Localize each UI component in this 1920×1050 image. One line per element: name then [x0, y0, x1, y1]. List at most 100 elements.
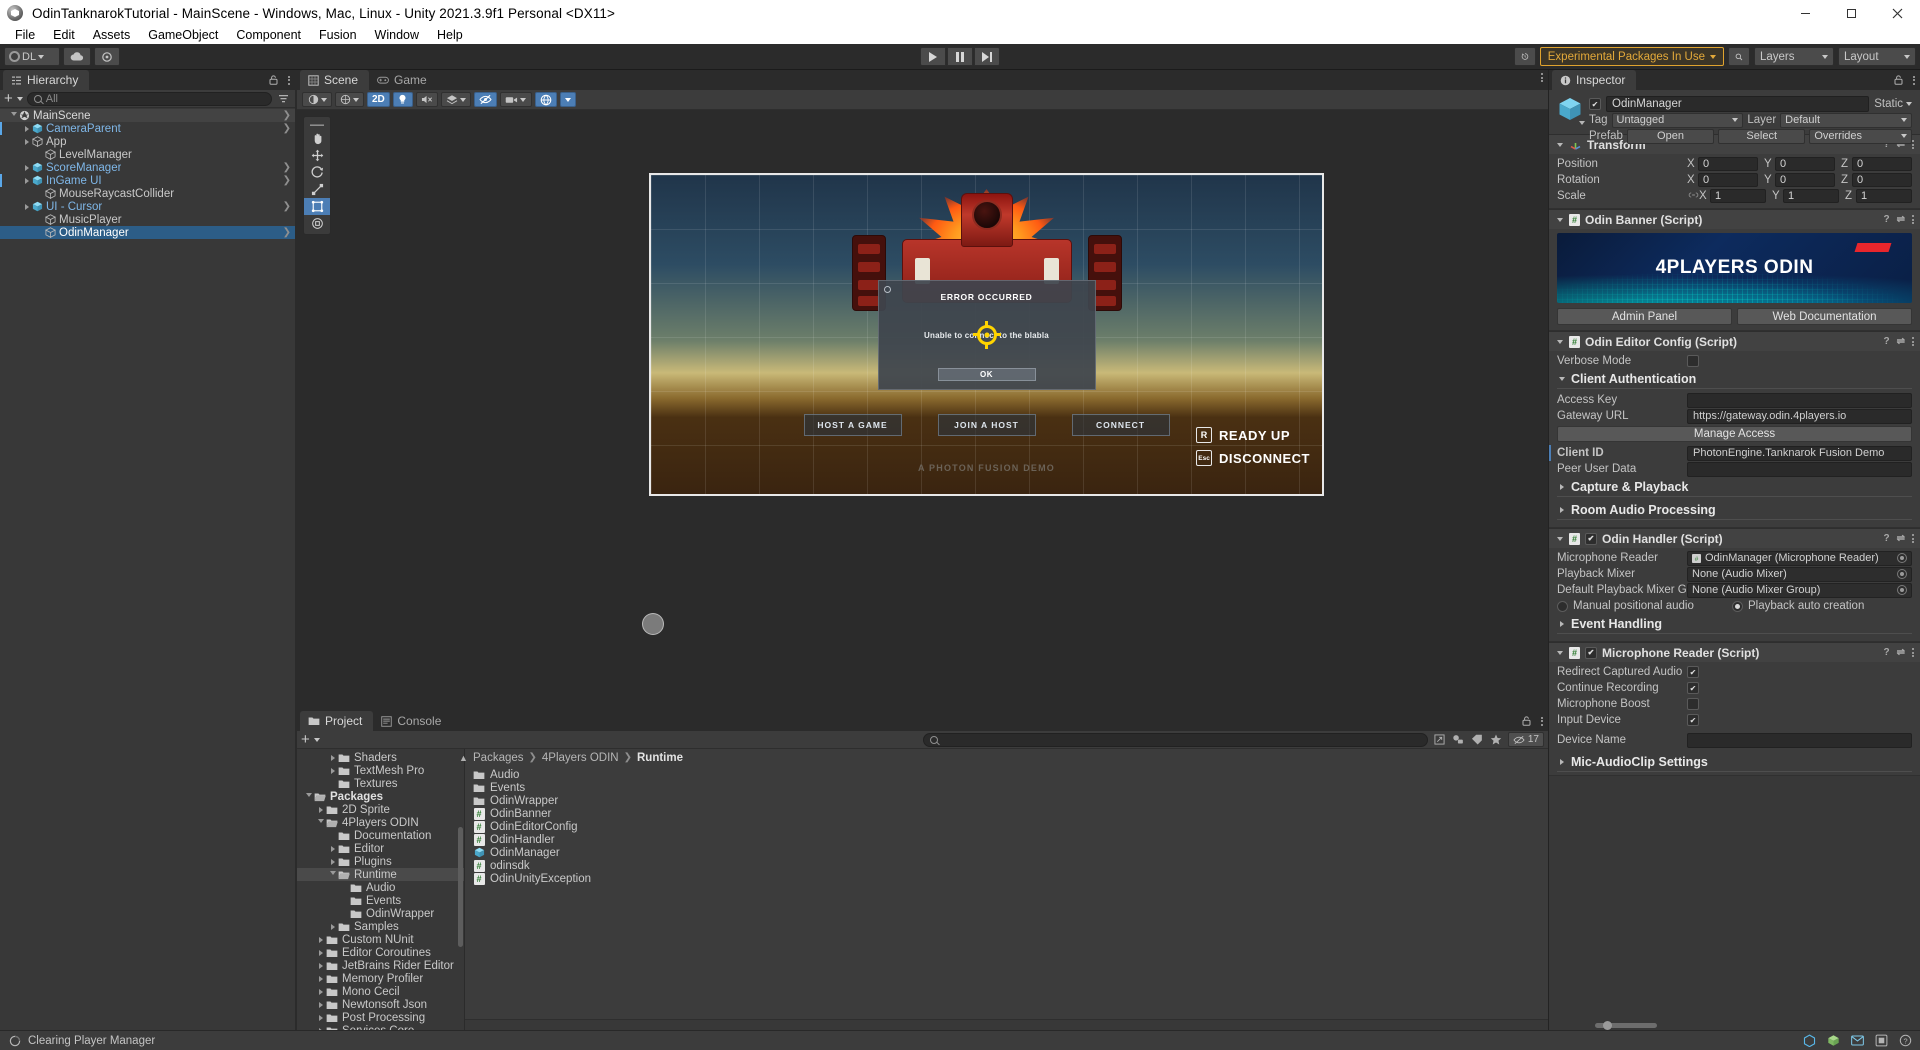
preset-icon[interactable]: ⇌ — [1897, 214, 1905, 225]
menu-gameobject[interactable]: GameObject — [139, 26, 227, 44]
expand-arrow-icon[interactable] — [21, 177, 32, 184]
access-key-field[interactable] — [1687, 392, 1912, 408]
scene-menu-icon[interactable] — [1541, 73, 1543, 82]
room-audio-foldout[interactable] — [1557, 506, 1566, 513]
scale-z-field[interactable]: 1 — [1856, 189, 1912, 203]
tab-project[interactable]: Project — [300, 711, 374, 731]
capture-playback-foldout[interactable] — [1557, 483, 1566, 490]
project-menu-icon[interactable] — [1541, 716, 1543, 726]
filter-label-icon[interactable] — [1470, 733, 1485, 747]
odin-handler-header[interactable]: Odin Handler (Script) ? ⇌ — [1549, 529, 1920, 548]
expand-arrow-icon[interactable] — [327, 754, 338, 761]
expand-arrow-icon[interactable] — [21, 164, 32, 171]
project-search-input[interactable] — [922, 732, 1428, 747]
scene-viewport[interactable]: ERROR OCCURRED Unable to connect to the … — [297, 110, 1548, 709]
package-icon[interactable] — [1826, 1034, 1840, 1048]
hierarchy-item-menu-icon[interactable]: ❯ — [283, 201, 291, 212]
hierarchy-item-levelmanager[interactable]: LevelManager — [0, 148, 295, 161]
host-a-game-button[interactable]: HOST A GAME — [803, 414, 902, 436]
expand-arrow-icon[interactable] — [21, 203, 32, 210]
layer-dropdown[interactable]: Default — [1780, 112, 1913, 128]
capture-playback-header[interactable]: Capture & Playback — [1549, 477, 1920, 496]
asset-item-odinunityexception[interactable]: OdinUnityException — [473, 872, 1548, 885]
rect-tool-button[interactable] — [304, 198, 330, 215]
expand-arrow-icon[interactable] — [315, 975, 326, 982]
component-menu-icon[interactable] — [1912, 534, 1914, 543]
hierarchy-item-menu-icon[interactable]: ❯ — [283, 123, 291, 134]
position-x-field[interactable]: 0 — [1698, 157, 1758, 171]
tab-game[interactable]: Game — [369, 70, 438, 90]
asset-list[interactable]: AudioEventsOdinWrapperOdinBannerOdinEdit… — [465, 766, 1548, 1019]
hierarchy-item-menu-icon[interactable]: ❯ — [283, 175, 291, 186]
project-tree-item-memory-profiler[interactable]: Memory Profiler — [297, 972, 464, 985]
shading-mode-button[interactable] — [302, 92, 332, 107]
component-menu-icon[interactable] — [1912, 215, 1914, 224]
play-button[interactable] — [920, 47, 946, 66]
expand-arrow-icon[interactable] — [315, 949, 326, 956]
object-picker-icon[interactable] — [1897, 553, 1907, 563]
mic-audioclip-foldout[interactable] — [1557, 758, 1566, 765]
scale-x-field[interactable]: 1 — [1710, 189, 1766, 203]
undo-history-button[interactable] — [1513, 47, 1536, 66]
connect-button[interactable]: CONNECT — [1071, 414, 1170, 436]
tab-hierarchy[interactable]: Hierarchy — [3, 70, 90, 90]
asset-item-events[interactable]: Events — [473, 781, 1548, 794]
gameobject-enabled-checkbox[interactable] — [1589, 98, 1601, 110]
expand-arrow-icon[interactable] — [21, 138, 32, 145]
unity-icon[interactable] — [1802, 1034, 1816, 1048]
preset-icon[interactable]: ⇌ — [1897, 336, 1905, 347]
project-horizontal-scrollbar[interactable] — [465, 1019, 1657, 1030]
asset-item-odinmanager[interactable]: OdinManager — [473, 846, 1548, 859]
hierarchy-item-ingame-ui[interactable]: InGame UI ❯ — [0, 174, 295, 187]
odin-editor-config-foldout[interactable] — [1555, 339, 1564, 344]
camera-settings-button[interactable] — [499, 92, 532, 107]
chevron-down-icon[interactable] — [1579, 121, 1585, 125]
error-dialog-ok-button[interactable]: OK — [937, 368, 1036, 381]
help-icon[interactable]: ? — [1884, 336, 1890, 347]
component-menu-icon[interactable] — [1912, 337, 1914, 346]
odin-handler-enabled-checkbox[interactable] — [1585, 532, 1597, 545]
hierarchy-item-menu-icon[interactable]: ❯ — [283, 162, 291, 173]
project-tree-item-editor-coroutines[interactable]: Editor Coroutines — [297, 946, 464, 959]
tab-console[interactable]: Console — [373, 711, 452, 731]
hierarchy-item-scoremanager[interactable]: ScoreManager ❯ — [0, 161, 295, 174]
lock-icon[interactable] — [1519, 714, 1534, 728]
odin-banner-foldout[interactable] — [1555, 217, 1564, 222]
project-tree-item-documentation[interactable]: Documentation — [297, 829, 464, 842]
hierarchy-item-menu-icon[interactable]: ❯ — [283, 110, 291, 121]
odin-editor-config-header[interactable]: Odin Editor Config (Script) ? ⇌ — [1549, 332, 1920, 351]
project-tree-item-shaders[interactable]: Shaders — [297, 751, 464, 764]
preset-icon[interactable]: ⇌ — [1897, 647, 1905, 658]
project-tree-item-4players-odin[interactable]: 4Players ODIN — [297, 816, 464, 829]
project-tree-item-editor[interactable]: Editor — [297, 842, 464, 855]
project-tree-item-post-processing[interactable]: Post Processing — [297, 1011, 464, 1024]
device-name-field[interactable] — [1687, 732, 1912, 748]
collab-button[interactable] — [94, 47, 120, 66]
mic-row-checkbox[interactable] — [1687, 698, 1699, 710]
open-in-window-icon[interactable] — [1432, 733, 1447, 747]
hierarchy-item-odinmanager[interactable]: OdinManager ❯ — [0, 226, 295, 239]
project-tree-item-events[interactable]: Events — [297, 894, 464, 907]
hidden-items-count[interactable]: 17 — [1507, 732, 1544, 747]
peer-user-data-field[interactable] — [1687, 461, 1912, 477]
hierarchy-menu-icon[interactable] — [288, 75, 290, 85]
expand-arrow-icon[interactable] — [21, 125, 32, 132]
chevron-down-icon[interactable] — [313, 737, 320, 742]
project-tree-item-packages[interactable]: Packages — [297, 790, 464, 803]
asset-item-odinbanner[interactable]: OdinBanner — [473, 807, 1548, 820]
object-name-field[interactable]: OdinManager — [1606, 96, 1870, 112]
verbose-mode-checkbox[interactable] — [1687, 355, 1699, 367]
lock-icon[interactable] — [1891, 73, 1906, 87]
hand-tool-button[interactable] — [304, 130, 330, 147]
client-auth-foldout[interactable] — [1557, 376, 1566, 381]
project-tree-item-samples[interactable]: Samples — [297, 920, 464, 933]
component-menu-icon[interactable] — [1912, 648, 1914, 657]
pause-button[interactable] — [947, 47, 973, 66]
web-documentation-button[interactable]: Web Documentation — [1737, 308, 1912, 325]
expand-arrow-icon[interactable] — [315, 1014, 326, 1021]
project-tree-item-2d-sprite[interactable]: 2D Sprite — [297, 803, 464, 816]
project-tree-item-textures[interactable]: Textures — [297, 777, 464, 790]
scene-gizmo-orb[interactable] — [642, 613, 664, 635]
move-tool-button[interactable] — [304, 147, 330, 164]
help-icon[interactable]: ? — [1884, 647, 1890, 658]
